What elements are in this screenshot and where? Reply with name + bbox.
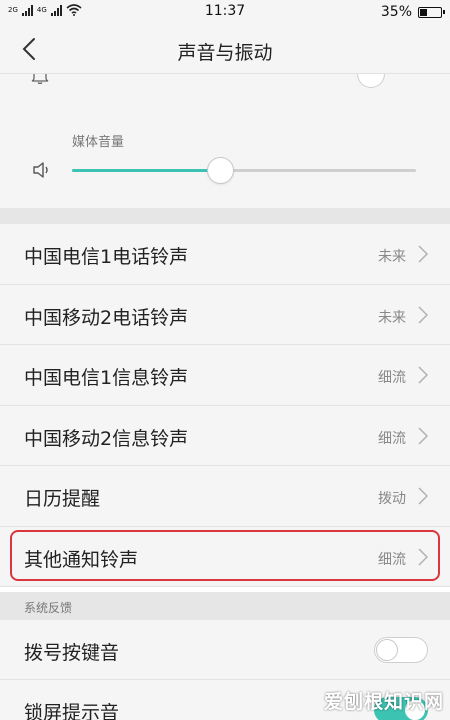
- row-value: 细流: [378, 430, 406, 447]
- row-label: 中国电信1信息铃声: [24, 367, 189, 389]
- toggle-knob: [376, 639, 398, 661]
- status-bar: 2G 4G 11:37 35%: [0, 0, 450, 24]
- row-label: 其他通知铃声: [24, 548, 139, 571]
- chevron-right-icon: [418, 487, 428, 505]
- row-label: 中国移动2信息铃声: [24, 427, 189, 450]
- chevron-right-icon: [418, 245, 428, 263]
- ringtone-row-telecom-message[interactable]: 中国电信1信息铃声 细流: [0, 345, 450, 406]
- section-divider: [0, 208, 450, 224]
- section-header: 系统反馈: [0, 592, 450, 620]
- row-value: 未来: [378, 309, 406, 326]
- battery-icon: [418, 6, 445, 18]
- section-header-label: 系统反馈: [24, 601, 73, 615]
- watermark: 爱刨根知识网: [323, 691, 444, 713]
- battery-percent: 35%: [380, 4, 412, 20]
- chevron-right-icon: [418, 366, 428, 384]
- battery-status: 35%: [380, 4, 445, 20]
- ringtone-row-mobile-call[interactable]: 中国移动2电话铃声 未来: [0, 284, 450, 345]
- chevron-right-icon: [418, 547, 428, 566]
- toggle-label: 锁屏提示音: [24, 702, 120, 720]
- media-volume-label: 媒体音量: [72, 135, 125, 150]
- dial-keypad-toggle[interactable]: [374, 637, 428, 663]
- ringtone-row-mobile-message[interactable]: 中国移动2信息铃声 细流: [0, 405, 450, 466]
- media-volume-slider[interactable]: [72, 157, 416, 184]
- ringtone-row-other-notification[interactable]: 其他通知铃声 细流: [0, 526, 450, 587]
- feedback-row-dial-keypad: 拨号按键音: [0, 620, 450, 680]
- media-volume-fill: [72, 169, 220, 172]
- ringtone-row-calendar[interactable]: 日历提醒 拨动: [0, 466, 450, 527]
- chevron-right-icon: [418, 426, 428, 445]
- media-volume-thumb[interactable]: [207, 157, 234, 184]
- row-value: 细流: [378, 551, 406, 568]
- chevron-right-icon: [418, 305, 428, 324]
- row-label: 日历提醒: [24, 488, 101, 510]
- toggle-label: 拨号按键音: [24, 642, 120, 664]
- row-value: 细流: [378, 370, 406, 386]
- row-label: 中国电信1电话铃声: [24, 246, 189, 268]
- bell-icon: [31, 74, 49, 84]
- page-title: 声音与振动: [177, 42, 273, 64]
- row-value: 未来: [378, 249, 406, 265]
- speaker-icon: [33, 162, 48, 178]
- row-value: 拨动: [378, 491, 406, 507]
- battery-fill: [420, 8, 427, 16]
- row-label: 中国移动2电话铃声: [24, 306, 189, 329]
- nav-bar: 声音与振动: [0, 24, 450, 74]
- ringtone-row-telecom-call[interactable]: 中国电信1电话铃声 未来: [0, 224, 450, 285]
- volume-section: [0, 74, 450, 208]
- ringtone-list: 中国电信1电话铃声 未来 中国移动2电话铃声 未来 中国电信1信息铃声 细流 中…: [0, 224, 450, 587]
